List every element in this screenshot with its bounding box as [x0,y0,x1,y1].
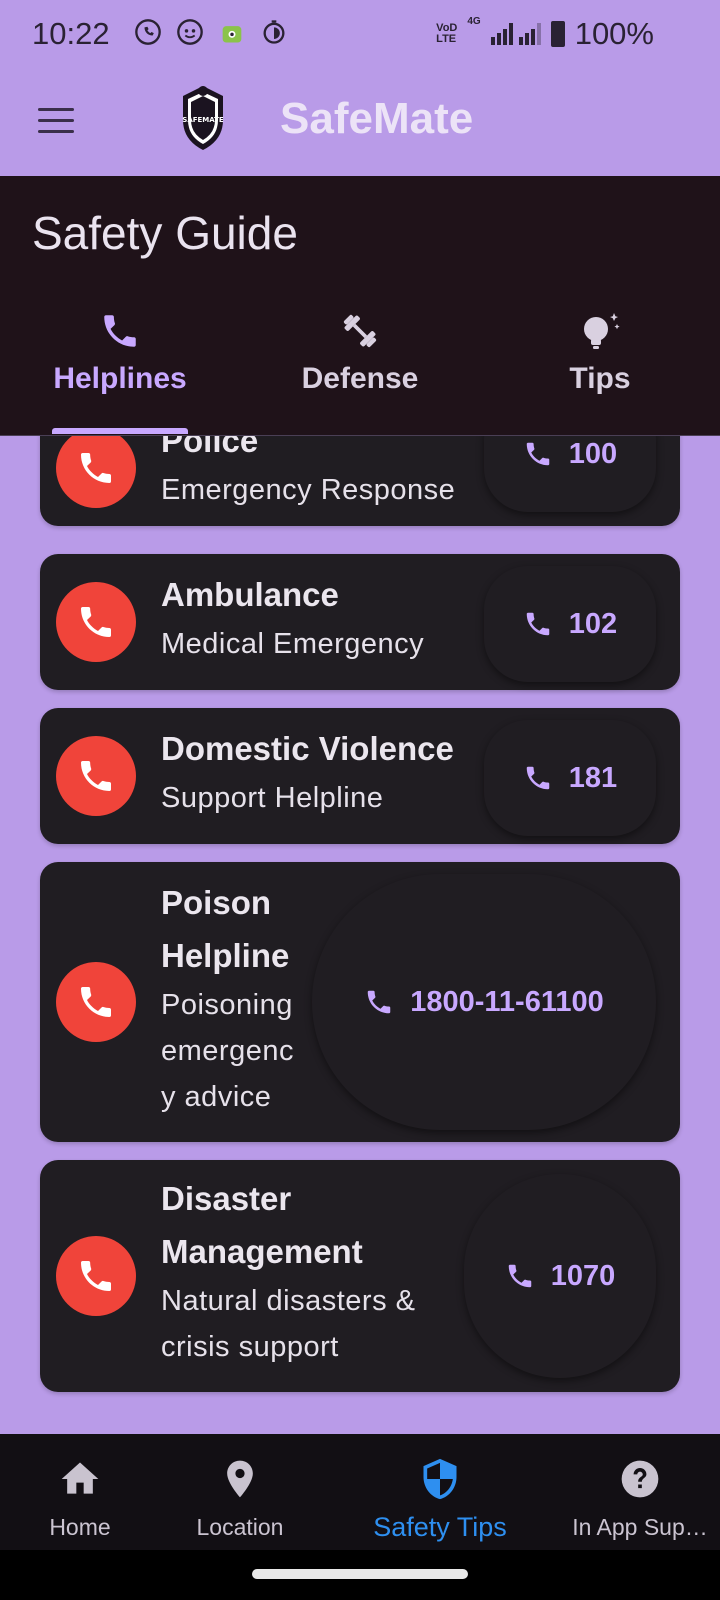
help-icon [550,1456,720,1502]
phone-icon [526,442,550,466]
app-title: SafeMate [280,94,474,143]
location-pin-icon [150,1456,330,1502]
phone-number: 102 [568,607,618,640]
home-icon [0,1456,170,1502]
dumbbell-icon [280,306,440,356]
status-time: 10:22 [32,16,110,51]
status-right-group: VoD LTE 4G 100% [436,16,654,52]
card-text: Ambulance Medical Emergency [161,568,424,667]
card-title: Poison [161,884,272,921]
network-type: 4G [467,16,481,27]
card-subtitle: Poisoning [161,989,293,1021]
home-gesture-pill[interactable] [252,1569,468,1579]
card-title: Ambulance [161,576,339,613]
phone-icon [40,306,200,356]
call-avatar [56,582,136,662]
nav-label: Home [49,1514,111,1540]
timer-icon [260,18,288,46]
battery-icon [550,21,565,47]
signal-icon [490,23,541,45]
app-bar: SAFEMATE SafeMate [0,68,720,176]
nav-home[interactable]: Home [0,1456,170,1541]
helplines-list[interactable]: Police Emergency Response 100 Ambulance … [0,436,720,1434]
card-title: Police [161,436,259,459]
guide-header: Safety Guide Helplines Defense Tips [0,176,720,436]
phone-number: 1070 [550,1259,616,1292]
tab-defense[interactable]: Defense [280,306,440,396]
phone-number: 100 [568,437,618,470]
phone-icon [81,1261,111,1291]
app-logo: SAFEMATE [182,86,224,150]
card-text: Poison Helpline Poisoning emergenc y adv… [161,876,294,1120]
card-subtitle: Medical Emergency [161,628,425,660]
tab-helplines[interactable]: Helplines [40,306,200,396]
nav-label: In App Sup… [572,1514,708,1540]
helpline-card-domestic-violence: Domestic Violence Support Helpline 181 [40,708,680,844]
lightbulb-icon [520,306,680,356]
call-avatar [56,736,136,816]
messenger-icon [176,18,204,46]
call-avatar [56,962,136,1042]
phone-icon [81,987,111,1017]
call-button-100[interactable]: 100 [484,436,656,512]
phone-icon [81,761,111,791]
card-text: Domestic Violence Support Helpline [161,722,454,821]
phone-icon [81,607,111,637]
nav-label: Location [196,1514,284,1540]
tab-label: Helplines [53,362,187,395]
phone-icon [526,766,550,790]
phone-number: 181 [568,761,618,794]
nav-in-app-support[interactable]: In App Sup… [550,1456,720,1541]
card-subtitle: Natural disasters & [161,1285,416,1317]
call-button-181[interactable]: 181 [484,720,656,836]
active-tab-indicator [52,428,188,434]
helpline-card-ambulance: Ambulance Medical Emergency 102 [40,554,680,690]
helpline-card-disaster: Disaster Management Natural disasters & … [40,1160,680,1392]
nav-label: Safety Tips [373,1512,507,1542]
card-title: Helpline [161,937,290,974]
android-icon [218,18,246,46]
tab-tips[interactable]: Tips [520,306,680,396]
phone-number: 1800-11-61100 [410,985,604,1018]
card-title: Management [161,1233,363,1270]
status-bar: 10:22 VoD LTE 4G 100% [0,0,720,68]
phone-icon [81,453,111,483]
battery-percent: 100% [574,16,654,51]
call-avatar [56,1236,136,1316]
nav-location[interactable]: Location [150,1456,330,1541]
card-text: Police Emergency Response [161,436,455,513]
nav-safety-tips[interactable]: Safety Tips [350,1456,530,1543]
call-button-1070[interactable]: 1070 [464,1174,656,1378]
helpline-card-poison: Poison Helpline Poisoning emergenc y adv… [40,862,680,1142]
card-subtitle: emergenc [161,1035,294,1067]
card-title: Disaster [161,1180,292,1217]
logo-text: SAFEMATE [182,116,224,124]
whatsapp-icon [134,18,162,46]
card-title: Domestic Violence [161,730,454,767]
network-label: VoD LTE [436,22,458,45]
card-subtitle: Support Helpline [161,782,384,814]
card-subtitle: Emergency Response [161,474,456,506]
card-subtitle: y advice [161,1081,272,1113]
call-avatar [56,436,136,508]
phone-icon [526,612,550,636]
phone-icon [508,1264,531,1288]
tab-label: Defense [301,362,419,395]
card-text: Disaster Management Natural disasters & … [161,1172,416,1370]
tab-label: Tips [569,362,631,395]
gesture-navigation-area [0,1550,720,1600]
call-button-102[interactable]: 102 [484,566,656,682]
shield-icon [350,1456,530,1502]
notification-icons [134,18,288,46]
card-subtitle: crisis support [161,1331,339,1363]
menu-icon[interactable] [38,108,74,134]
bottom-nav: Home Location Safety Tips In App Sup… [0,1434,720,1550]
helpline-card-police: Police Emergency Response 100 [40,436,680,526]
call-button-1800-11-61100[interactable]: 1800-11-61100 [312,874,656,1130]
page-title: Safety Guide [32,207,298,259]
phone-icon [367,990,391,1014]
